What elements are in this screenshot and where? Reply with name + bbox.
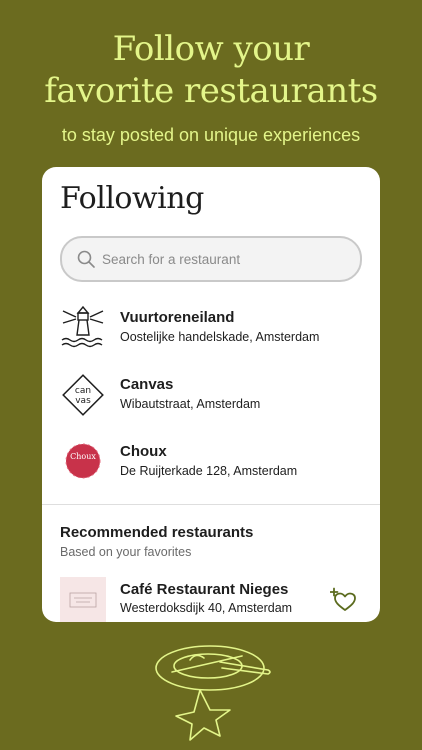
lighthouse-logo-icon bbox=[61, 305, 104, 348]
plate-illustration-icon bbox=[155, 645, 271, 741]
card-title: Following bbox=[60, 181, 204, 216]
restaurant-name: Café Restaurant Nieges bbox=[120, 581, 289, 598]
hero-title-line-1: Follow your bbox=[112, 29, 310, 69]
restaurant-address: Westerdoksdijk 40, Amsterdam bbox=[120, 601, 293, 615]
search-bar[interactable] bbox=[60, 236, 362, 282]
list-item-canvas[interactable]: can vas Canvas Wibautstraat, Amsterdam bbox=[42, 370, 380, 430]
canvas-logo-text-bottom: vas bbox=[75, 396, 91, 406]
list-item-choux[interactable]: Choux Choux De Ruijterkade 128, Amsterda… bbox=[42, 437, 380, 497]
restaurant-name: Vuurtoreneiland bbox=[120, 309, 235, 326]
search-input[interactable] bbox=[102, 249, 342, 269]
canvas-logo-icon: can vas bbox=[62, 374, 104, 416]
list-item-vuurtoreneiland[interactable]: Vuurtoreneiland Oostelijke handelskade, … bbox=[42, 303, 380, 363]
heart-plus-icon[interactable] bbox=[330, 587, 358, 613]
restaurant-name: Canvas bbox=[120, 376, 174, 393]
restaurant-address: De Ruijterkade 128, Amsterdam bbox=[120, 464, 298, 478]
restaurant-address: Oostelijke handelskade, Amsterdam bbox=[120, 330, 320, 344]
hero-title-line-2: favorite restaurants bbox=[44, 71, 378, 111]
hero-subtitle: to stay posted on unique experiences bbox=[61, 125, 361, 145]
restaurant-thumbnail bbox=[60, 577, 106, 622]
search-icon bbox=[77, 250, 95, 268]
nieges-logo-icon bbox=[69, 592, 97, 608]
section-divider bbox=[42, 504, 380, 505]
choux-logo-text: Choux bbox=[70, 452, 96, 461]
restaurant-address: Wibautstraat, Amsterdam bbox=[120, 397, 261, 411]
recommended-title: Recommended restaurants bbox=[60, 524, 254, 541]
choux-logo-icon: Choux bbox=[65, 443, 101, 479]
canvas-logo-text-top: can bbox=[75, 386, 91, 396]
restaurant-name: Choux bbox=[120, 443, 167, 460]
following-card: Following Vuurtoreneiland Oostelijke han… bbox=[42, 167, 380, 622]
hero-title: Follow your favorite restaurants bbox=[0, 28, 422, 112]
recommended-subtitle: Based on your favorites bbox=[60, 545, 192, 559]
